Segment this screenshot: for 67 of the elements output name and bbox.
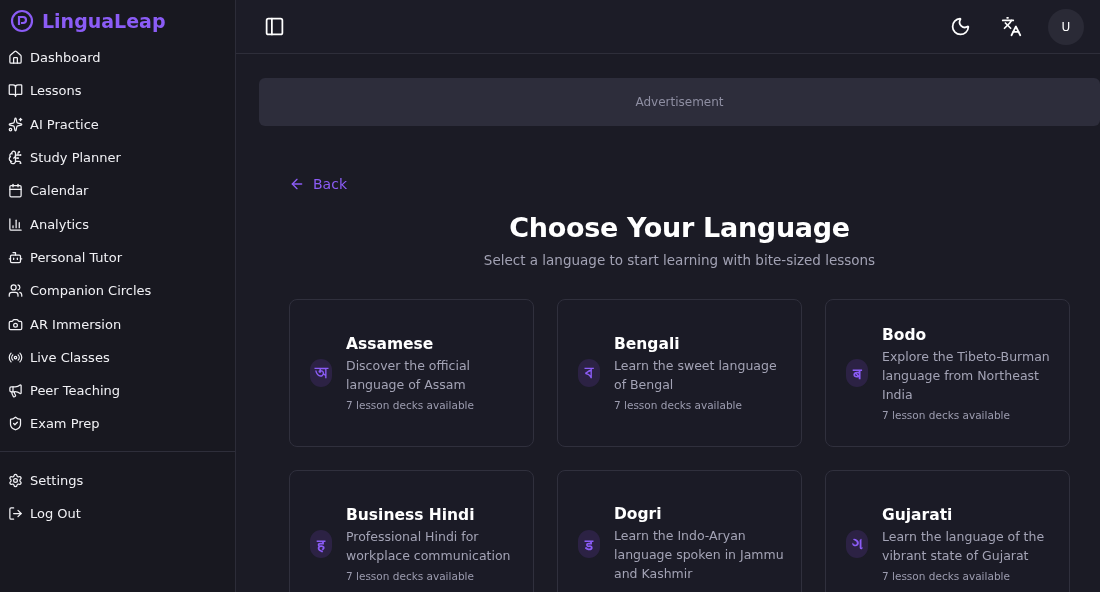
moon-icon <box>949 16 971 37</box>
language-card[interactable]: ड Dogri Learn the Indo-Aryan language spoken in Jammu and Kashmir <box>557 470 802 592</box>
logo-icon <box>10 9 34 33</box>
deck-count: 7 lesson decks available <box>882 570 1011 582</box>
sidebar-item[interactable]: Lessons <box>0 74 235 108</box>
language-card[interactable]: ব Bengali Learn the sweet language of Bengal 7 lesson decks available <box>557 299 802 447</box>
script-glyph: ગ <box>846 530 868 558</box>
back-link[interactable]: Back <box>289 176 347 192</box>
sidebar-item[interactable]: Calendar <box>0 174 235 208</box>
language-card[interactable]: ह Business Hindi Professional Hindi for workplace communication 7 lesson decks available <box>289 470 534 592</box>
bar-chart-icon <box>8 216 23 232</box>
language-description: Learn the Indo-Aryan language spoken in Jammu and Kashmir <box>614 527 785 583</box>
language-name: Bengali <box>614 335 681 353</box>
sidebar-item[interactable]: Live Classes <box>0 340 235 374</box>
sidebar-item[interactable]: Dashboard <box>0 41 235 75</box>
script-glyph: ड <box>578 530 600 558</box>
user-avatar[interactable]: U <box>1048 8 1084 45</box>
sidebar-item[interactable]: Personal Tutor <box>0 240 235 275</box>
sidebar-item[interactable]: Settings <box>0 463 235 497</box>
language-name: Bodo <box>882 325 928 344</box>
page-subtitle: Select a language to start learning with bite-sized lessons <box>482 252 877 268</box>
brain-icon <box>8 150 23 166</box>
deck-count: 7 lesson decks available <box>346 399 475 411</box>
script-glyph: ह <box>310 530 332 558</box>
language-name: Assamese <box>346 335 435 353</box>
people-icon <box>8 283 23 299</box>
deck-count: 7 lesson decks available <box>882 408 1011 421</box>
language-name: Dogri <box>614 505 663 523</box>
language-description: Learn the sweet language of Bengal <box>614 357 778 394</box>
megaphone-icon <box>8 383 23 399</box>
script-glyph: ब <box>846 359 868 387</box>
advertisement-banner: Advertisement <box>259 78 1100 126</box>
panel-icon <box>263 16 285 37</box>
script-glyph: অ <box>310 359 332 387</box>
book-icon <box>8 83 23 99</box>
shield-check-icon <box>8 416 23 432</box>
settings-icon <box>8 472 23 488</box>
page-title: Choose Your Language <box>508 212 851 243</box>
language-description: Discover the official language of Assam <box>346 357 472 394</box>
logout-icon <box>8 506 23 521</box>
language-card[interactable]: ગ Gujarati Learn the language of the vibrant state of Gujarat 7 lesson decks available <box>825 470 1070 592</box>
brand-name: LinguaLeap <box>42 10 166 32</box>
sidebar-item[interactable]: Companion Circles <box>0 274 235 308</box>
house-icon <box>8 50 23 66</box>
language-card[interactable]: ब Bodo Explore the Tibeto-Burman language from Northeast India 7 lesson decks available <box>825 299 1070 447</box>
language-name: Business Hindi <box>346 506 476 524</box>
arrow-left-icon <box>289 176 305 192</box>
language-name: Gujarati <box>882 506 954 524</box>
deck-count: 7 lesson decks available <box>346 570 475 582</box>
sidebar-item[interactable]: Exam Prep <box>0 407 235 441</box>
sidebar-item[interactable]: Study Planner <box>0 140 235 175</box>
calendar-icon <box>8 183 23 199</box>
sidebar-item[interactable]: Peer Teaching <box>0 373 235 408</box>
sidebar-item[interactable]: AR Immersion <box>0 307 235 341</box>
sidebar-item[interactable]: Analytics <box>0 207 235 241</box>
camera-icon <box>8 316 23 332</box>
sidebar-item[interactable]: AI Practice <box>0 107 235 141</box>
deck-count: 7 lesson decks available <box>614 399 743 411</box>
robot-icon <box>8 249 23 265</box>
language-card[interactable]: অ Assamese Discover the official language of Assam 7 lesson decks available <box>289 299 534 447</box>
language-description: Professional Hindi for workplace communication <box>346 528 512 565</box>
language-description: Explore the Tibeto-Burman language from Northeast India <box>882 347 1051 404</box>
translate-icon <box>1000 16 1022 37</box>
sparkles-icon <box>8 116 23 132</box>
language-description: Learn the language of the vibrant state of Gujarat <box>882 528 1046 565</box>
sidebar-item[interactable]: Log Out <box>0 496 235 531</box>
script-glyph: ব <box>578 359 600 387</box>
